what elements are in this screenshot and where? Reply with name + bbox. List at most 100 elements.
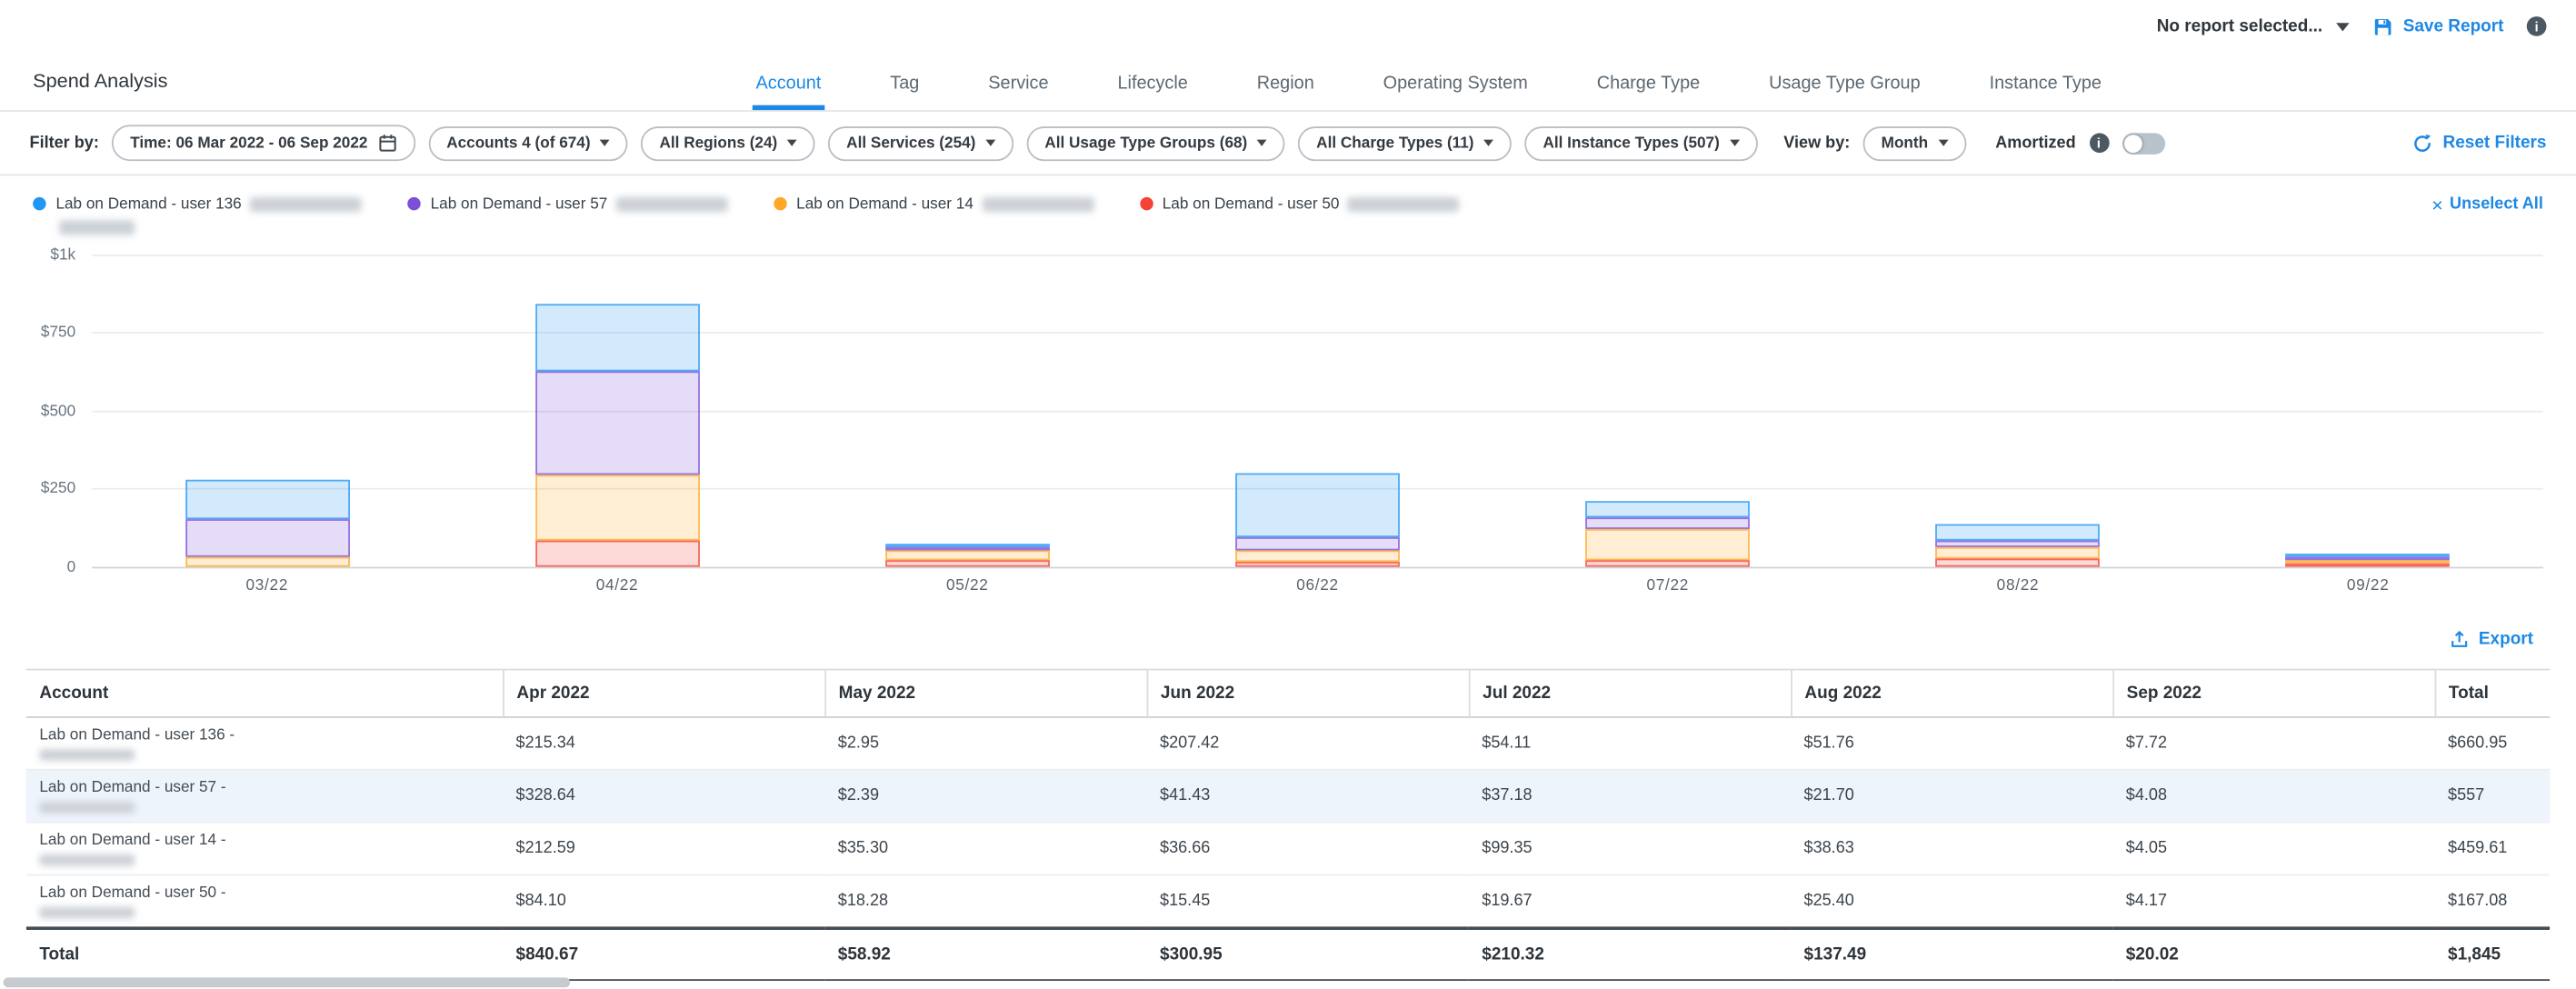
tab-lifecycle[interactable]: Lifecycle xyxy=(1114,74,1192,110)
save-report-label: Save Report xyxy=(2403,16,2504,36)
amount-cell: $328.64 xyxy=(503,770,824,823)
bar-segment-lab-on-demand-user-14[interactable] xyxy=(1235,550,1400,562)
legend-item-lab-on-demand-user-57[interactable]: Lab on Demand - user 57 xyxy=(407,195,727,215)
column-header-jul-2022: Jul 2022 xyxy=(1469,669,1791,716)
redacted-text xyxy=(59,220,135,235)
horizontal-scrollbar-track xyxy=(0,977,2576,987)
filter-pill-all-instance-types-507[interactable]: All Instance Types (507) xyxy=(1525,125,1758,160)
bar-segment-lab-on-demand-user-136[interactable] xyxy=(1936,524,2101,540)
amount-cell: $4.08 xyxy=(2112,770,2434,823)
legend-item-lab-on-demand-user-14[interactable]: Lab on Demand - user 14 xyxy=(774,195,1093,215)
amount-cell: $19.67 xyxy=(1469,874,1791,928)
bar-segment-lab-on-demand-user-57[interactable] xyxy=(1936,540,2101,546)
legend-text: Lab on Demand - user 14 xyxy=(796,195,1093,215)
legend-dot-icon xyxy=(774,197,786,210)
reset-filters-button[interactable]: Reset Filters xyxy=(2411,132,2546,153)
table-body: Lab on Demand - user 136 -$215.34$2.95$2… xyxy=(26,717,2550,928)
bar-segment-lab-on-demand-user-57[interactable] xyxy=(185,518,349,556)
amount-cell: $2.39 xyxy=(824,770,1146,823)
save-report-button[interactable]: Save Report xyxy=(2371,15,2503,36)
stacked-bar-05-22[interactable] xyxy=(885,544,1050,567)
chevron-down-icon xyxy=(985,140,995,146)
chart-plot-area xyxy=(92,255,2543,566)
account-name: Lab on Demand - user 57 - xyxy=(39,778,489,796)
table-footer: Total$840.67$58.92$300.95$210.32$137.49$… xyxy=(26,928,2550,980)
total-amount-cell: $20.02 xyxy=(2112,928,2434,980)
filter-pill-all-services-254[interactable]: All Services (254) xyxy=(828,125,1013,160)
total-amount-cell: $300.95 xyxy=(1147,928,1469,980)
tab-instance-type[interactable]: Instance Type xyxy=(1986,74,2105,110)
bar-segment-lab-on-demand-user-14[interactable] xyxy=(185,556,349,566)
export-button[interactable]: Export xyxy=(0,609,2576,658)
amount-cell: $167.08 xyxy=(2435,874,2551,928)
tab-region[interactable]: Region xyxy=(1253,74,1317,110)
column-header-account: Account xyxy=(26,669,503,716)
legend-item-lab-on-demand-user-50[interactable]: Lab on Demand - user 50 xyxy=(1139,195,1459,215)
filter-pill-accounts-4-of-674[interactable]: Accounts 4 (of 674) xyxy=(428,125,628,160)
bar-segment-lab-on-demand-user-50[interactable] xyxy=(885,561,1050,566)
bar-segment-lab-on-demand-user-50[interactable] xyxy=(1936,559,2101,567)
bar-segment-lab-on-demand-user-14[interactable] xyxy=(1936,546,2101,558)
tab-operating-system[interactable]: Operating System xyxy=(1380,74,1531,110)
filter-pill-label: All Usage Type Groups (68) xyxy=(1044,134,1247,152)
bar-segment-lab-on-demand-user-14[interactable] xyxy=(1585,529,1750,560)
y-axis-label: $1k xyxy=(50,246,75,265)
tab-usage-type-group[interactable]: Usage Type Group xyxy=(1766,74,1924,110)
tab-charge-type[interactable]: Charge Type xyxy=(1593,74,1703,110)
unselect-all-button[interactable]: Unselect All xyxy=(2431,195,2543,214)
redacted-text xyxy=(250,198,362,213)
stacked-bar-06-22[interactable] xyxy=(1235,473,1400,566)
bar-segment-lab-on-demand-user-136[interactable] xyxy=(535,305,700,372)
legend-line: Lab on Demand - user 57 xyxy=(431,195,728,215)
account-name: Lab on Demand - user 14 - xyxy=(39,831,489,849)
view-by-pill[interactable]: Month xyxy=(1863,125,1966,160)
bar-segment-lab-on-demand-user-136[interactable] xyxy=(1585,501,1750,518)
stacked-bar-04-22[interactable] xyxy=(535,305,700,567)
amount-cell: $51.76 xyxy=(1791,717,2112,770)
bar-segment-lab-on-demand-user-14[interactable] xyxy=(535,474,700,540)
bar-segment-lab-on-demand-user-50[interactable] xyxy=(535,540,700,566)
bar-segment-lab-on-demand-user-14[interactable] xyxy=(885,550,1050,561)
tab-account[interactable]: Account xyxy=(753,74,824,110)
account-cell: Lab on Demand - user 57 - xyxy=(26,770,503,823)
chevron-down-icon xyxy=(2336,22,2349,30)
save-icon xyxy=(2371,15,2392,36)
amount-cell: $2.95 xyxy=(824,717,1146,770)
toggle-knob xyxy=(2123,134,2142,152)
bar-segment-lab-on-demand-user-57[interactable] xyxy=(1585,518,1750,530)
amortized-toggle[interactable] xyxy=(2122,132,2164,153)
refresh-icon xyxy=(2411,132,2432,153)
legend-item-lab-on-demand-user-136[interactable]: Lab on Demand - user 136 xyxy=(33,195,362,235)
horizontal-scrollbar[interactable] xyxy=(4,977,571,987)
bar-segment-lab-on-demand-user-57[interactable] xyxy=(1235,537,1400,550)
legend-label: Lab on Demand - user 50 xyxy=(1163,195,1340,215)
filter-pill-all-charge-types-11[interactable]: All Charge Types (11) xyxy=(1298,125,1512,160)
stacked-bar-03-22[interactable] xyxy=(185,480,349,566)
info-icon[interactable] xyxy=(2089,133,2109,153)
time-filter-pill[interactable]: Time: 06 Mar 2022 - 06 Sep 2022 xyxy=(112,125,415,161)
bar-segment-lab-on-demand-user-50[interactable] xyxy=(1585,561,1750,567)
table-row: Lab on Demand - user 57 - $328.64$2.39$41… xyxy=(26,770,2550,823)
amount-cell: $25.40 xyxy=(1791,874,2112,928)
bar-segment-lab-on-demand-user-136[interactable] xyxy=(1235,473,1400,537)
amount-cell: $54.11 xyxy=(1469,717,1791,770)
amount-cell: $459.61 xyxy=(2435,822,2551,874)
info-icon[interactable] xyxy=(2527,16,2547,36)
amount-cell: $38.63 xyxy=(1791,822,2112,874)
amount-cell: $215.34 xyxy=(503,717,824,770)
amount-cell: $41.43 xyxy=(1147,770,1469,823)
filter-pill-all-regions-24[interactable]: All Regions (24) xyxy=(642,125,815,160)
tab-tag[interactable]: Tag xyxy=(887,74,923,110)
tab-service[interactable]: Service xyxy=(985,74,1053,110)
stacked-bar-09-22[interactable] xyxy=(2286,554,2451,566)
bar-segment-lab-on-demand-user-57[interactable] xyxy=(535,372,700,475)
filter-pill-all-usage-type-groups-68[interactable]: All Usage Type Groups (68) xyxy=(1026,125,1284,160)
redacted-text xyxy=(39,906,135,918)
bar-segment-lab-on-demand-user-136[interactable] xyxy=(185,480,349,518)
bar-segment-lab-on-demand-user-50[interactable] xyxy=(1235,562,1400,566)
bar-segment-lab-on-demand-user-50[interactable] xyxy=(2286,564,2451,567)
stacked-bar-08-22[interactable] xyxy=(1936,524,2101,566)
report-selector-dropdown[interactable]: No report selected... xyxy=(2157,16,2349,36)
stacked-bar-07-22[interactable] xyxy=(1585,501,1750,566)
account-cell: Lab on Demand - user 14 - xyxy=(26,822,503,874)
